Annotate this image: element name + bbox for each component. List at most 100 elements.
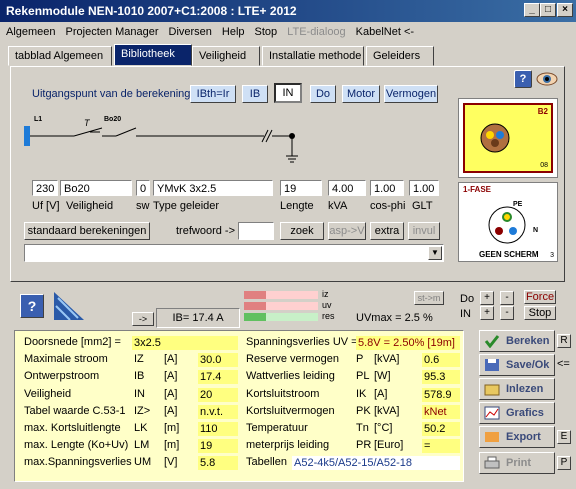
stop-button[interactable]: Stop [524, 306, 556, 320]
tab-algemeen[interactable]: tabblad Algemeen [8, 46, 112, 66]
sw-field[interactable]: 0 [136, 180, 150, 196]
result-left-symbol: LK [134, 422, 148, 434]
result-left-label: max. Kortsluitlengte [24, 422, 121, 434]
result-left-value: 19 [198, 439, 238, 454]
do-minus-button[interactable]: - [500, 291, 514, 305]
uitgangspunt-label: Uitgangspunt van de berekening [32, 88, 191, 100]
menu-bar: Algemeen Projecten Manager Diversen Help… [0, 22, 576, 41]
ib-value: 17.4 A [192, 312, 224, 324]
glt-label: GLT [412, 200, 433, 212]
menu-lte-dialoog[interactable]: LTE-dialoog [287, 26, 346, 38]
tab-bibliotheek[interactable]: Bibliotheek [114, 44, 192, 66]
result-right-value: 0.6 [422, 353, 460, 368]
motor-button[interactable]: Motor [342, 85, 380, 103]
result-left-label: Veiligheid [24, 387, 72, 400]
minimize-button[interactable]: _ [524, 3, 540, 17]
lengte-field[interactable]: 19 [280, 180, 322, 196]
tab-geleiders[interactable]: Geleiders [366, 46, 434, 66]
menu-algemeen[interactable]: Algemeen [6, 26, 56, 38]
menu-help[interactable]: Help [222, 26, 245, 38]
in-minus-button[interactable]: - [500, 306, 514, 320]
result-left-value: 20 [198, 387, 238, 402]
maximize-button[interactable]: □ [540, 3, 556, 17]
phase-frame: 1-FASE PE N GEEN SCHERM 3 [458, 182, 558, 262]
veiligheid-field[interactable]: Bo20 [60, 180, 132, 196]
result-left-symbol: IZ [134, 353, 144, 366]
extra-button[interactable]: extra [370, 222, 404, 240]
uf-field[interactable]: 230 [32, 180, 58, 196]
result-right-symbol: PK [356, 404, 371, 417]
sw-label: sw [136, 200, 150, 212]
window-title: Rekenmodule NEN-1010 2007+C1:2008 : LTE+… [0, 0, 576, 22]
description-combo[interactable] [24, 244, 444, 262]
ib-button[interactable]: IB [242, 85, 268, 103]
force-button[interactable]: Force [524, 290, 556, 304]
asp-button[interactable]: asp->V [328, 222, 366, 240]
menu-kabelnet[interactable]: KabelNet <- [356, 26, 414, 38]
diagram-t: T [84, 118, 90, 128]
menu-projecten[interactable]: Projecten Manager [66, 26, 159, 38]
result-right-unit: [W] [374, 370, 391, 383]
menu-stop[interactable]: Stop [255, 26, 278, 38]
result-right-value: 578.9 [422, 387, 460, 402]
do-plus-button[interactable]: + [480, 291, 494, 305]
grafics-label: Grafics [506, 407, 544, 419]
help-icon[interactable]: ? [514, 70, 532, 88]
chevron-down-icon[interactable]: ▼ [428, 246, 442, 260]
in-button[interactable]: IN [274, 83, 302, 103]
arrow-button[interactable]: -> [132, 312, 154, 326]
save-ok-button[interactable]: Save/Ok [479, 354, 555, 376]
inlezen-button[interactable]: Inlezen [479, 378, 555, 400]
p-key-button[interactable]: P [557, 456, 571, 470]
kva-field[interactable]: 4.00 [328, 180, 366, 196]
bereken-button[interactable]: Bereken [479, 330, 555, 352]
result-left-value: 30.0 [198, 353, 238, 368]
menu-diversen[interactable]: Diversen [169, 26, 212, 38]
result-left-unit: [A] [164, 404, 178, 417]
tab-veiligheid[interactable]: Veiligheid [192, 46, 260, 66]
veiligheid-label: Veiligheid [66, 200, 114, 212]
print-button[interactable]: Print [479, 452, 555, 474]
info-icon[interactable]: ? [20, 294, 44, 318]
export-button[interactable]: Export [479, 426, 555, 448]
result-left-value: 110 [198, 422, 238, 436]
lengte-label: Lengte [280, 200, 314, 212]
result-right-label: Wattverlies leiding [246, 370, 335, 383]
invul-button[interactable]: invul [408, 222, 440, 240]
ib-display: IB= 17.4 A [156, 308, 240, 328]
result-right-unit: [°C] [374, 422, 393, 434]
ibth-button[interactable]: IBth=Ir [190, 85, 236, 103]
grafics-button[interactable]: Grafics [479, 402, 555, 424]
result-left-unit: [A] [164, 353, 178, 366]
type-field[interactable]: YMvK 3x2.5 [153, 180, 273, 196]
result-right-unit: [A] [374, 387, 388, 400]
do-button[interactable]: Do [310, 85, 336, 103]
r-key-button[interactable]: R [557, 334, 571, 348]
result-left-label: Doorsnede [mm2] = [24, 336, 121, 348]
uf-label: Uf [V] [32, 200, 60, 212]
cosphi-field[interactable]: 1.00 [370, 180, 404, 196]
close-button[interactable]: × [557, 3, 573, 17]
result-right-label: Tabellen [246, 456, 287, 469]
pe-label: PE [513, 201, 523, 208]
result-left-symbol: IB [134, 370, 145, 383]
result-right-label: Kortsluitstroom [246, 387, 320, 400]
eye-icon[interactable] [536, 70, 558, 88]
in-plus-button[interactable]: + [480, 306, 494, 320]
e-key-button[interactable]: E [557, 430, 571, 444]
zoek-button[interactable]: zoek [280, 222, 324, 240]
check-icon [484, 334, 500, 349]
tab-installatie[interactable]: Installatie methode [262, 46, 364, 66]
standaard-button[interactable]: standaard berekeningen [24, 222, 150, 240]
trefwoord-input[interactable] [238, 222, 274, 240]
result-right-label: meterprijs leiding [246, 439, 330, 452]
bereken-label: Bereken [506, 335, 550, 347]
export-label: Export [506, 431, 541, 443]
glt-field[interactable]: 1.00 [409, 180, 439, 196]
vermogen-button[interactable]: Vermogen [384, 85, 438, 103]
st-m-button[interactable]: st->m [414, 291, 444, 305]
result-right-label: Spanningsverlies UV = [246, 336, 358, 348]
result-right-value: A52-4k5/A52-15/A52-18 [292, 456, 460, 471]
result-left-label: Ontwerpstroom [24, 370, 100, 383]
result-left-value: 3x2.5 [132, 336, 238, 350]
